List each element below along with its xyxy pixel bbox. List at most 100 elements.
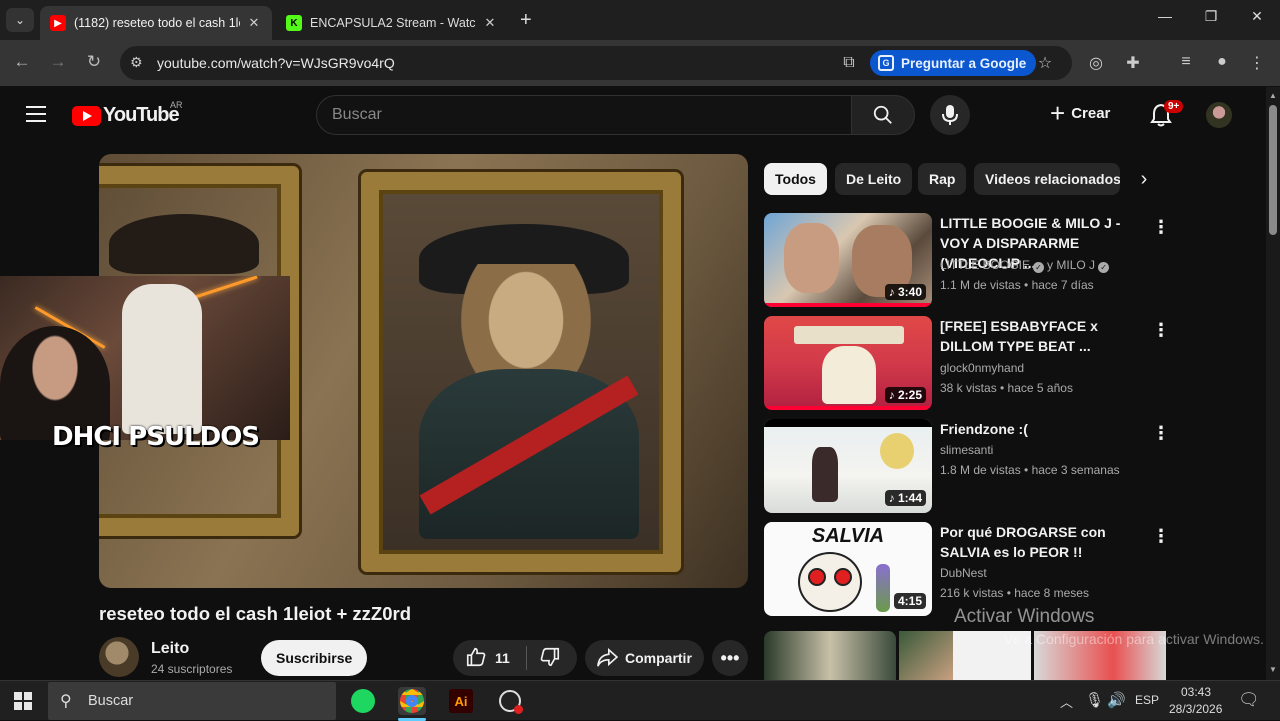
- bookmark-star-icon[interactable]: ☆: [1034, 53, 1056, 73]
- extensions-puzzle-icon[interactable]: ✚: [1122, 53, 1144, 73]
- ask-google-button[interactable]: G Preguntar a Google: [870, 50, 1037, 76]
- left-hat: [109, 214, 259, 274]
- scroll-up-arrow-icon[interactable]: ▲: [1269, 91, 1277, 100]
- subscribe-button[interactable]: Suscribirse: [261, 640, 368, 676]
- related-video-item[interactable]: SALVIA 4:15 Por qué DROGARSE con SALVIA …: [764, 522, 1264, 618]
- url-text[interactable]: youtube.com/watch?v=WJsGR9vo4rQ: [157, 55, 395, 71]
- video-thumbnail[interactable]: SALVIA 4:15: [764, 522, 932, 616]
- youtube-favicon-icon: ▶: [50, 15, 66, 31]
- account-avatar[interactable]: [1206, 102, 1232, 128]
- related-video-meta: 38 k vistas • hace 5 años: [940, 381, 1073, 395]
- search-button[interactable]: [851, 95, 915, 135]
- media-controls-icon[interactable]: ≡: [1175, 53, 1197, 71]
- more-vertical-icon[interactable]: ⋮: [1152, 526, 1170, 547]
- more-vertical-icon[interactable]: ⋮: [1152, 217, 1170, 238]
- thumbnail-person: [812, 447, 838, 502]
- address-bar[interactable]: ⚙ youtube.com/watch?v=WJsGR9vo4rQ ⧉ G Pr…: [120, 46, 1072, 80]
- more-actions-button[interactable]: •••: [712, 640, 748, 676]
- taskbar-search-placeholder: Buscar: [88, 693, 134, 709]
- close-tab-icon[interactable]: ✕: [246, 15, 262, 31]
- windows-start-icon[interactable]: [14, 692, 32, 710]
- thumbnail-person: [784, 223, 839, 293]
- chrome-menu-icon[interactable]: ⋮: [1246, 53, 1268, 73]
- more-vertical-icon[interactable]: ⋮: [1152, 320, 1170, 341]
- kick-favicon-icon: K: [286, 15, 302, 31]
- video-duration: 4:15: [893, 593, 926, 609]
- video-thumbnail[interactable]: ♪ 3:40: [764, 213, 932, 307]
- minimize-window-icon[interactable]: —: [1150, 8, 1180, 24]
- chip-rap[interactable]: Rap: [918, 163, 967, 195]
- hamburger-menu-icon[interactable]: [26, 106, 46, 127]
- chip-de-leito[interactable]: De Leito: [835, 163, 913, 195]
- watch-progress-bar: [764, 303, 932, 307]
- chip-todos[interactable]: Todos: [764, 163, 827, 195]
- obs-app-icon[interactable]: [496, 687, 524, 715]
- dislike-button[interactable]: [539, 646, 561, 671]
- create-button[interactable]: + Crear: [1050, 98, 1111, 128]
- install-app-icon[interactable]: ⧉: [838, 54, 860, 72]
- close-window-icon[interactable]: ✕: [1242, 8, 1272, 25]
- like-button[interactable]: [465, 646, 487, 671]
- thumbnail-cartoon-face: [798, 552, 862, 612]
- webcam-overlay-text: DHCI PSULDOS: [52, 422, 260, 452]
- youtube-logo[interactable]: YouTube AR: [72, 100, 183, 127]
- incognito-icon[interactable]: ◎: [1085, 53, 1107, 73]
- more-vertical-icon[interactable]: ⋮: [1152, 423, 1170, 444]
- related-video-title[interactable]: Por qué DROGARSE con SALVIA es lo PEOR !…: [940, 522, 1148, 562]
- reload-icon[interactable]: ↻: [82, 52, 106, 72]
- like-dislike-group: 11: [453, 640, 577, 676]
- microphone-tray-icon[interactable]: 🎙: [1085, 691, 1104, 709]
- video-thumbnail[interactable]: [764, 631, 896, 680]
- related-video-item[interactable]: ♪ 1:44 Friendzone :( slimesanti 1.8 M de…: [764, 419, 1264, 515]
- new-tab-plus-icon[interactable]: +: [520, 9, 532, 32]
- related-video-channel[interactable]: slimesanti: [940, 443, 993, 457]
- chip-scroll-right-chevron-icon[interactable]: ›: [1128, 163, 1160, 195]
- related-video-title[interactable]: [FREE] ESBABYFACE x DILLOM TYPE BEAT ...: [940, 316, 1148, 356]
- related-video-item[interactable]: ♪ 3:40 LITTLE BOOGIE & MILO J - VOY A DI…: [764, 213, 1264, 309]
- channel-name[interactable]: Leito: [151, 640, 189, 658]
- share-label: Compartir: [625, 650, 692, 666]
- restore-window-icon[interactable]: ❐: [1196, 8, 1226, 25]
- spotify-app-icon[interactable]: [349, 687, 377, 715]
- forward-arrow-icon[interactable]: →: [46, 52, 70, 72]
- tab-search-chevron-icon[interactable]: ⌄: [6, 8, 34, 32]
- chip-videos-relacionados[interactable]: Videos relacionados: [974, 163, 1120, 195]
- profile-avatar-icon[interactable]: ●: [1211, 53, 1233, 71]
- related-video-title[interactable]: Friendzone :(: [940, 419, 1148, 439]
- volume-speaker-icon[interactable]: 🔊: [1107, 691, 1126, 709]
- clock-date[interactable]: 28/3/2026: [1169, 702, 1222, 716]
- person-white-shirt: [122, 284, 202, 434]
- video-duration: ♪ 1:44: [884, 490, 926, 506]
- search-input[interactable]: Buscar: [316, 95, 852, 135]
- related-video-channel[interactable]: glock0nmyhand: [940, 361, 1024, 375]
- create-label: Crear: [1071, 104, 1111, 122]
- close-tab-icon[interactable]: ✕: [482, 15, 498, 31]
- search-icon: ⚲: [60, 693, 72, 710]
- related-video-channel[interactable]: DubNest: [940, 566, 987, 580]
- clock-time[interactable]: 03:43: [1181, 685, 1211, 699]
- browser-tab-kick[interactable]: K ENCAPSULA2 Stream - Watch L ✕: [276, 6, 508, 40]
- site-info-tune-icon[interactable]: ⚙: [130, 54, 143, 71]
- video-thumbnail[interactable]: ♪ 2:25: [764, 316, 932, 410]
- voice-search-button[interactable]: [930, 95, 970, 135]
- google-lens-icon: G: [878, 55, 894, 71]
- channel-avatar[interactable]: [99, 637, 139, 677]
- page-scrollbar[interactable]: ▲ ▼: [1266, 87, 1280, 680]
- illustrator-app-icon[interactable]: Ai: [447, 687, 475, 715]
- scroll-down-arrow-icon[interactable]: ▼: [1269, 665, 1277, 674]
- related-video-channel[interactable]: LITTLE BOOGIE ✓ y MILO J ✓: [940, 258, 1112, 273]
- chrome-app-icon[interactable]: [398, 687, 426, 715]
- scrollbar-thumb[interactable]: [1269, 105, 1277, 235]
- browser-tab-youtube[interactable]: ▶ (1182) reseteo todo el cash 1leiot ✕: [40, 6, 272, 40]
- divider: [525, 646, 527, 670]
- notification-center-icon[interactable]: 🗨: [1238, 690, 1260, 710]
- video-thumbnail[interactable]: ♪ 1:44: [764, 419, 932, 513]
- back-arrow-icon[interactable]: ←: [10, 52, 34, 72]
- related-video-item[interactable]: ♪ 2:25 [FREE] ESBABYFACE x DILLOM TYPE B…: [764, 316, 1264, 412]
- input-language[interactable]: ESP: [1135, 693, 1159, 707]
- video-thumbnail[interactable]: [899, 631, 953, 680]
- plus-icon: +: [1050, 98, 1066, 128]
- show-hidden-icons-chevron-icon[interactable]: ︿: [1060, 692, 1073, 711]
- taskbar-search-input[interactable]: ⚲ Buscar: [48, 682, 336, 720]
- share-button[interactable]: Compartir: [585, 640, 704, 676]
